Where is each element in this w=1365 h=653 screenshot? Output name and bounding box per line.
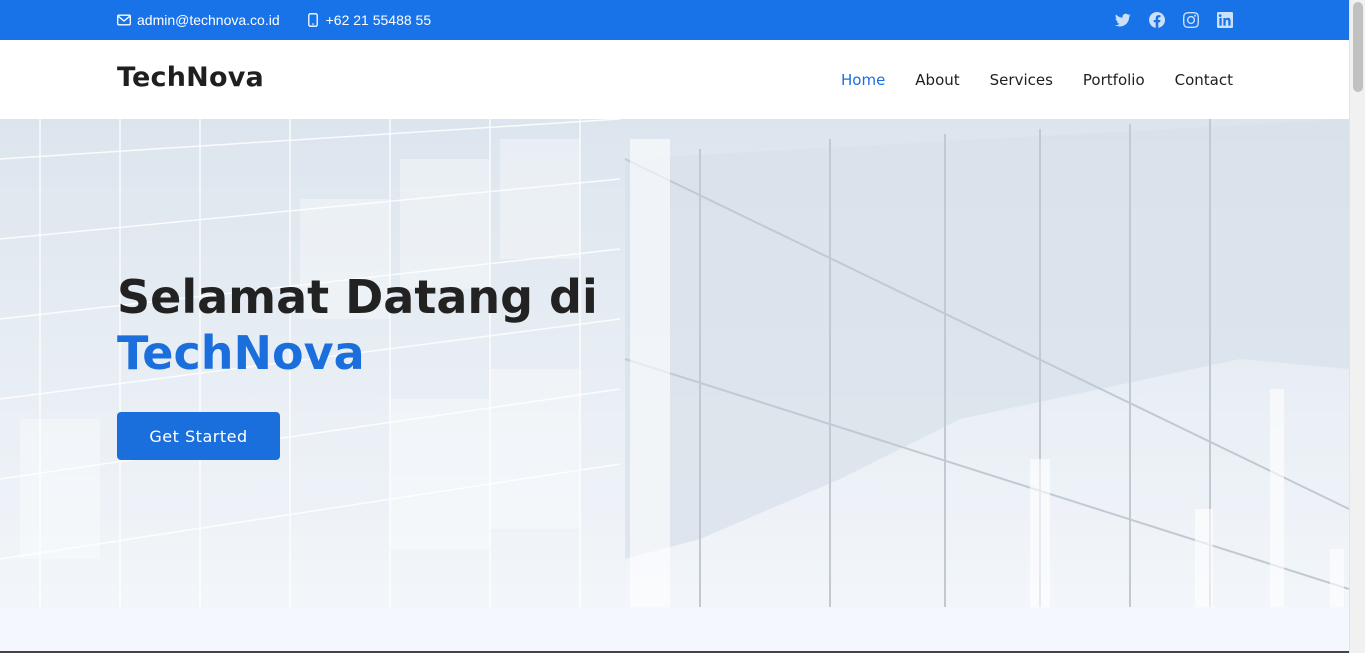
main-nav: Home About Services Portfolio Contact (811, 40, 1233, 119)
twitter-icon[interactable] (1115, 12, 1131, 28)
site-logo[interactable]: TechNova (117, 62, 264, 93)
site-header: TechNova Home About Services Portfolio C… (0, 40, 1349, 119)
phone-text: +62 21 55488 55 (325, 12, 432, 28)
linkedin-icon[interactable] (1217, 12, 1233, 28)
email-text: admin@technova.co.id (137, 12, 280, 28)
hero-title-line1: Selamat Datang di (117, 270, 598, 324)
envelope-icon (117, 13, 131, 27)
contact-info: admin@technova.co.id +62 21 55488 55 (117, 0, 457, 40)
phone-link[interactable]: +62 21 55488 55 (306, 12, 432, 28)
nav-about[interactable]: About (915, 71, 959, 89)
instagram-icon[interactable] (1183, 12, 1199, 28)
email-link[interactable]: admin@technova.co.id (117, 12, 280, 28)
nav-home[interactable]: Home (841, 71, 885, 89)
hero-title-brand: TechNova (117, 326, 365, 380)
hero-title: Selamat Datang di TechNova (117, 269, 598, 381)
nav-contact[interactable]: Contact (1175, 71, 1233, 89)
page-scrollbar[interactable] (1349, 0, 1365, 653)
hero-section: Selamat Datang di TechNova Get Started (0, 119, 1349, 607)
facebook-icon[interactable] (1149, 12, 1165, 28)
scrollbar-thumb[interactable] (1353, 2, 1363, 92)
nav-portfolio[interactable]: Portfolio (1083, 71, 1145, 89)
social-links (1097, 0, 1233, 40)
get-started-button[interactable]: Get Started (117, 412, 280, 460)
nav-services[interactable]: Services (990, 71, 1053, 89)
phone-icon (306, 13, 320, 27)
top-bar: admin@technova.co.id +62 21 55488 55 (0, 0, 1349, 40)
